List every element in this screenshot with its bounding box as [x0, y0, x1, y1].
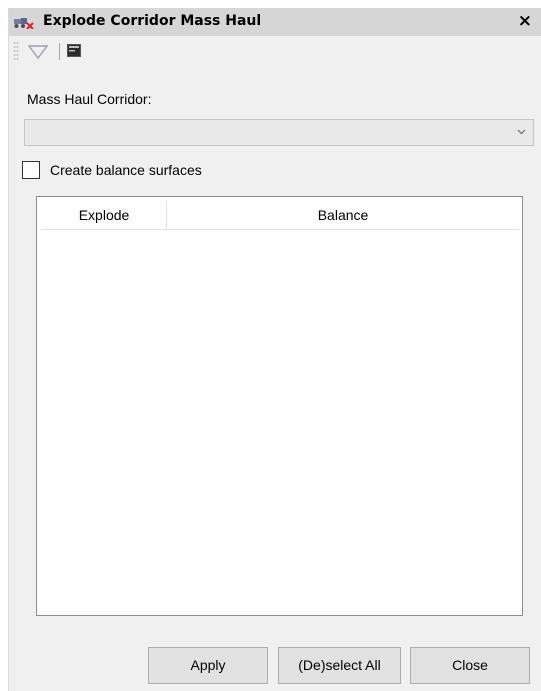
- corridor-mass-haul-icon: [14, 18, 34, 29]
- toolbar-separator: [59, 43, 60, 60]
- create-balance-surfaces-label[interactable]: Create balance surfaces: [50, 162, 202, 178]
- close-button[interactable]: Close: [410, 647, 530, 684]
- column-header-balance[interactable]: Balance: [167, 202, 519, 229]
- toolbar-grip-icon[interactable]: [13, 41, 19, 61]
- mass-haul-corridor-label: Mass Haul Corridor:: [27, 91, 152, 107]
- chevron-down-icon: [517, 129, 526, 135]
- dialog-title: Explode Corridor Mass Haul: [43, 13, 262, 29]
- create-balance-surfaces-checkbox[interactable]: [22, 161, 40, 179]
- column-header-explode[interactable]: Explode: [42, 202, 167, 229]
- balance-surfaces-option: Create balance surfaces: [22, 160, 202, 180]
- explode-corridor-mass-haul-dialog: Explode Corridor Mass Haul × Mass Haul C…: [8, 8, 541, 691]
- console-icon[interactable]: [67, 44, 81, 57]
- explode-balance-table[interactable]: Explode Balance: [36, 196, 523, 616]
- mass-haul-corridor-dropdown[interactable]: [24, 119, 534, 146]
- table-header: Explode Balance: [42, 202, 519, 230]
- close-icon[interactable]: ×: [518, 11, 532, 31]
- deselect-all-button[interactable]: (De)select All: [278, 647, 401, 684]
- toolbar: [9, 36, 541, 66]
- title-bar[interactable]: Explode Corridor Mass Haul ×: [9, 8, 541, 36]
- apply-button[interactable]: Apply: [148, 647, 268, 684]
- filter-icon[interactable]: [28, 45, 48, 59]
